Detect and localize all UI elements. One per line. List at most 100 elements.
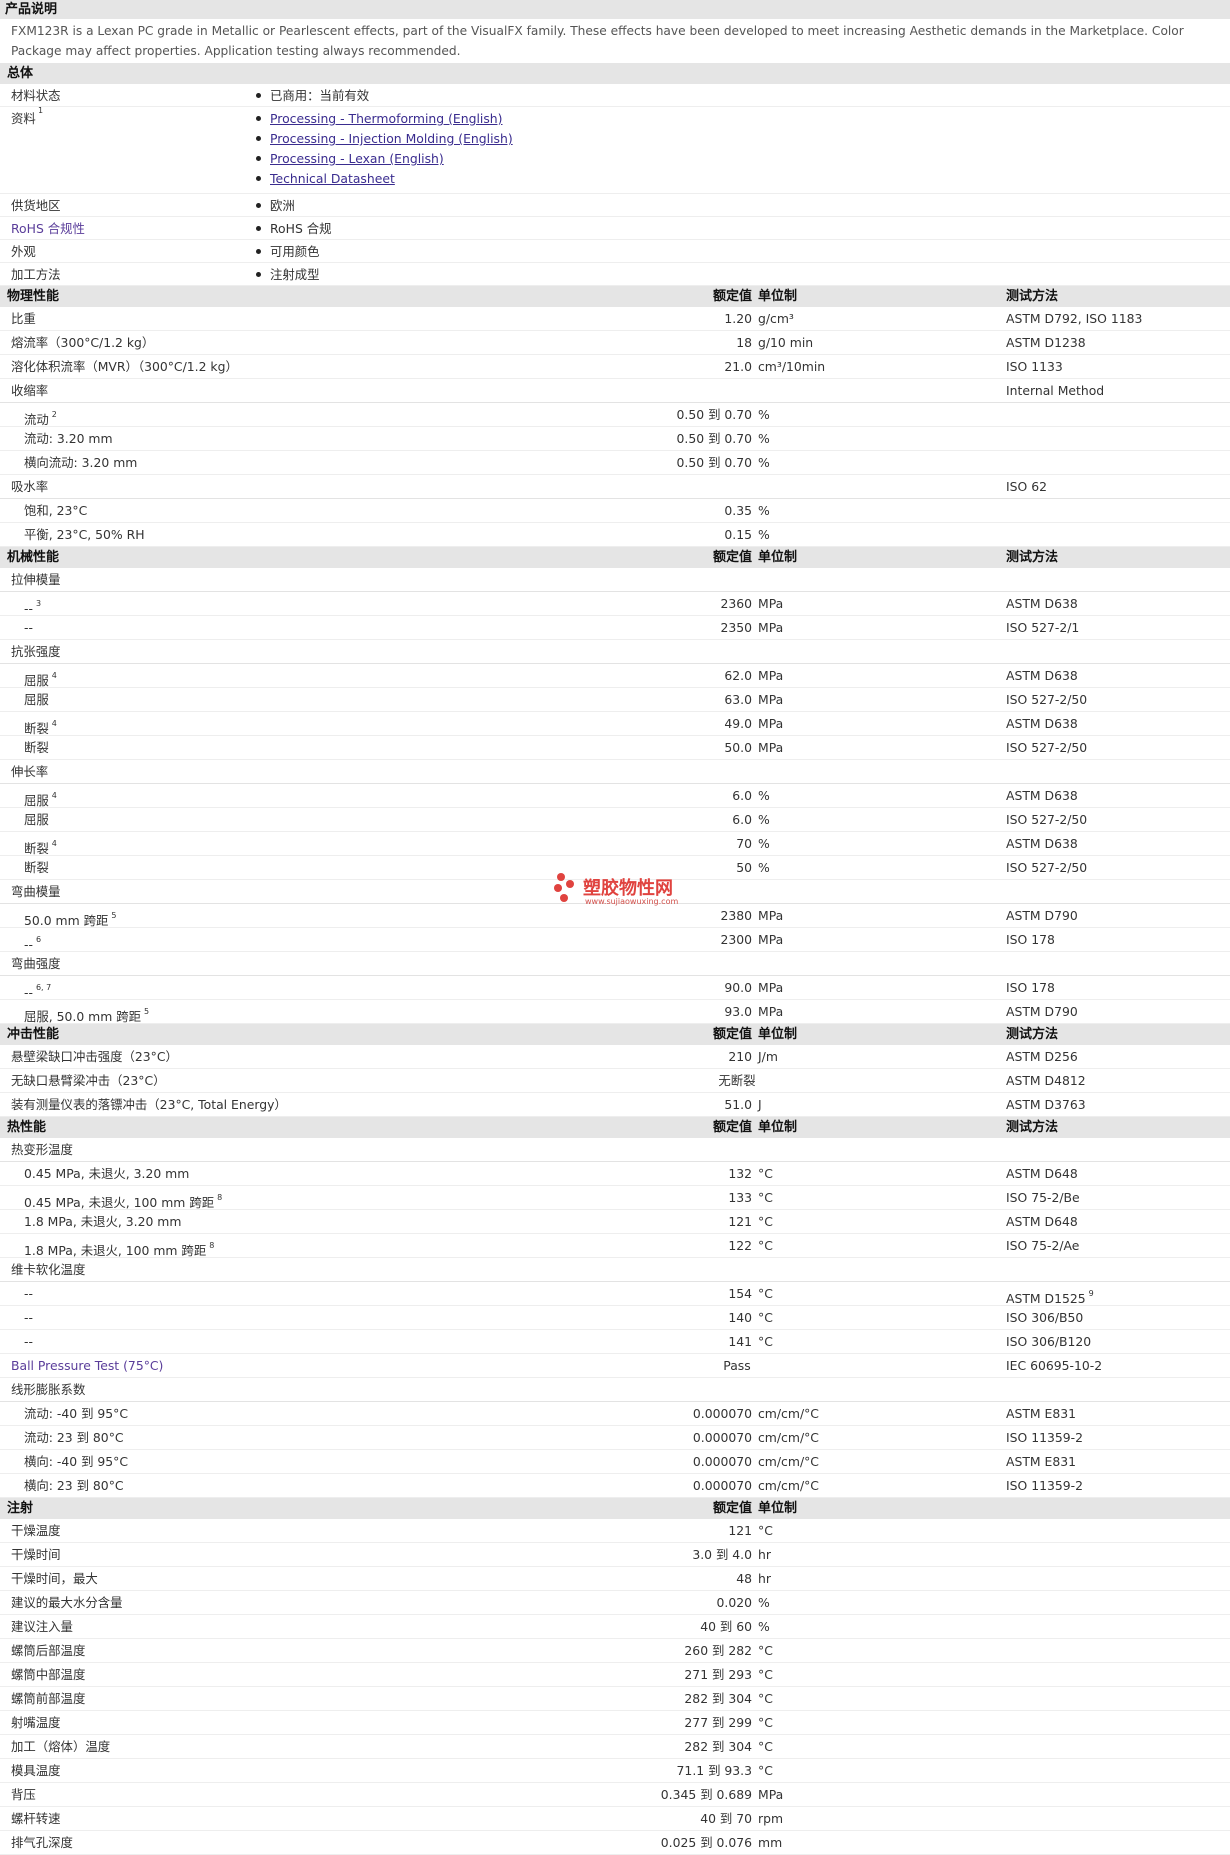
property-label-text: 溶化体积流率（MVR）（300°C/1.2 kg） [11, 359, 238, 374]
property-row: 溶化体积流率（MVR）（300°C/1.2 kg） 21.0 cm³/10min IS… [0, 355, 1230, 379]
general-value: 可用颜色 [270, 244, 320, 259]
property-value: 1.20 [724, 311, 752, 326]
resource-link[interactable]: Processing - Injection Molding (English) [270, 131, 513, 146]
property-group-row: 弯曲强度 [0, 952, 1230, 976]
property-unit: % [758, 788, 770, 803]
section-title: 注射 [7, 1501, 34, 1516]
test-method-text: ASTM D3763 [1006, 1097, 1086, 1112]
footnote-marker: 5 [111, 911, 117, 920]
resource-link[interactable]: Technical Datasheet [270, 171, 395, 186]
resource-link-item: Processing - Thermoforming (English) [256, 109, 513, 129]
general-row: 加工方法 注射成型 [0, 263, 1230, 286]
test-method-text: ISO 178 [1006, 932, 1055, 947]
test-method: ASTM D648 [1006, 1210, 1078, 1233]
test-method: ISO 75-2/Ae [1006, 1234, 1079, 1257]
property-label-text: -- [24, 1310, 33, 1325]
test-method-text: ISO 75-2/Ae [1006, 1238, 1080, 1253]
property-group-row: 拉伸模量 [0, 568, 1230, 592]
property-label-text: 横向流动: 3.20 mm [24, 455, 138, 470]
property-unit: % [758, 431, 770, 446]
property-unit: cm/cm/°C [758, 1430, 819, 1445]
property-row: 饱和, 23°C 0.35% [0, 499, 1230, 523]
footnote-marker: 3 [35, 599, 42, 608]
property-label-text: 1.8 MPa, 未退火, 3.20 mm [24, 1214, 182, 1229]
section-title: 机械性能 [7, 550, 60, 565]
property-value: 122 [728, 1238, 752, 1253]
property-value: 0.000070 [692, 1478, 752, 1493]
footnote-marker: 4 [51, 719, 57, 728]
test-method-text: ASTM D638 [1006, 788, 1078, 803]
watermark: 塑胶物性网 www.sujiaowuxing.com [552, 872, 692, 912]
property-row: 断裂 4 70% ASTM D638 [0, 832, 1230, 856]
property-label-text: -- [24, 985, 33, 1000]
property-row: 横向: -40 到 95°C 0.000070 cm/cm/°C ASTM E831 [0, 1450, 1230, 1474]
property-value: 271 到 293 [684, 1667, 752, 1682]
general-row-values: 欧洲 [256, 194, 295, 217]
watermark-logo-icon [554, 873, 574, 902]
resource-link[interactable]: Processing - Lexan (English) [270, 151, 444, 166]
property-value: 0.000070 [692, 1430, 752, 1445]
general-row: 外观 可用颜色 [0, 240, 1230, 263]
property-unit: °C [758, 1691, 773, 1706]
property-unit: g/10 min [758, 335, 814, 350]
test-method: ASTM D790 [1006, 904, 1078, 927]
property-label-text: 排气孔深度 [11, 1835, 73, 1850]
test-method-text: ASTM D4812 [1006, 1073, 1086, 1088]
property-label: 排气孔深度 [11, 1831, 73, 1854]
resource-link[interactable]: Processing - Thermoforming (English) [270, 111, 502, 126]
property-row: 建议注入量 40 到 60% [0, 1615, 1230, 1639]
general-row-values: Processing - Thermoforming (English) Proc… [256, 107, 513, 189]
property-value: 0.025 到 0.076 [660, 1835, 752, 1850]
footnote-marker: 4 [51, 839, 57, 848]
property-unit: MPa [758, 692, 784, 707]
property-label-text: 断裂 [24, 721, 49, 736]
property-value: 154 [728, 1286, 752, 1301]
test-method: ASTM D792, ISO 1183 [1006, 307, 1142, 330]
property-unit: MPa [758, 716, 784, 731]
property-row: 流动: 23 到 80°C 0.000070 cm/cm/°C ISO 11359-2 [0, 1426, 1230, 1450]
test-method: ISO 527-2/50 [1006, 688, 1087, 711]
property-row: 流动: 3.20 mm 0.50 到 0.70% [0, 427, 1230, 451]
property-unit: % [758, 1619, 770, 1634]
property-value: 260 到 282 [684, 1643, 752, 1658]
footnote-marker: 9 [1088, 1289, 1094, 1298]
footnote-marker: 2 [51, 410, 57, 419]
general-value: 欧洲 [270, 198, 295, 213]
property-label-text: 流动: 23 到 80°C [24, 1430, 124, 1445]
property-row: 装有测量仪表的落镖冲击（23°C, Total Energy） 51.0 J ASTM… [0, 1093, 1230, 1117]
property-value: 0.000070 [692, 1406, 752, 1421]
header-unit: 单位制 [758, 1501, 798, 1516]
description-text: FXM123R is a Lexan PC grade in Metallic … [11, 24, 1184, 58]
property-unit: cm³/10min [758, 359, 826, 374]
property-unit: % [758, 860, 770, 875]
section-title: 热性能 [7, 1120, 47, 1135]
test-method: ASTM D4812 [1006, 1069, 1086, 1092]
property-label: 背压 [11, 1783, 36, 1806]
bullet-icon [256, 156, 261, 161]
property-label-text: 螺筒后部温度 [11, 1643, 86, 1658]
property-label-text: 螺筒前部温度 [11, 1691, 86, 1706]
property-value: 121 [728, 1214, 752, 1229]
property-group-row: 收缩率 Internal Method [0, 379, 1230, 403]
property-label: 螺杆转速 [11, 1807, 61, 1830]
property-label: 建议注入量 [11, 1615, 73, 1638]
test-method-text: ISO 527-2/50 [1006, 740, 1088, 755]
property-label-text: -- [24, 937, 33, 952]
property-label: 热变形温度 [11, 1138, 73, 1161]
test-method: ASTM E831 [1006, 1450, 1076, 1473]
property-label-text: 干燥时间 [11, 1547, 61, 1562]
property-label: 收缩率 [11, 379, 48, 402]
bullet-icon [256, 249, 261, 254]
property-row: 屈服 63.0 MPa ISO 527-2/50 [0, 688, 1230, 712]
test-method: ISO 11359-2 [1006, 1474, 1083, 1497]
property-unit: % [758, 455, 770, 470]
property-row: 横向流动: 3.20 mm 0.50 到 0.70% [0, 451, 1230, 475]
property-row: 加工（熔体）温度 282 到 304 °C [0, 1735, 1230, 1759]
general-value: 注射成型 [270, 267, 320, 282]
property-label-text: -- [24, 601, 33, 616]
property-label-text: 50.0 mm 跨距 [24, 913, 109, 928]
property-row: 排气孔深度 0.025 到 0.076 mm [0, 1831, 1230, 1855]
property-value: 50.0 [724, 740, 752, 755]
property-label: 螺筒前部温度 [11, 1687, 85, 1710]
bullet-icon [256, 272, 261, 277]
